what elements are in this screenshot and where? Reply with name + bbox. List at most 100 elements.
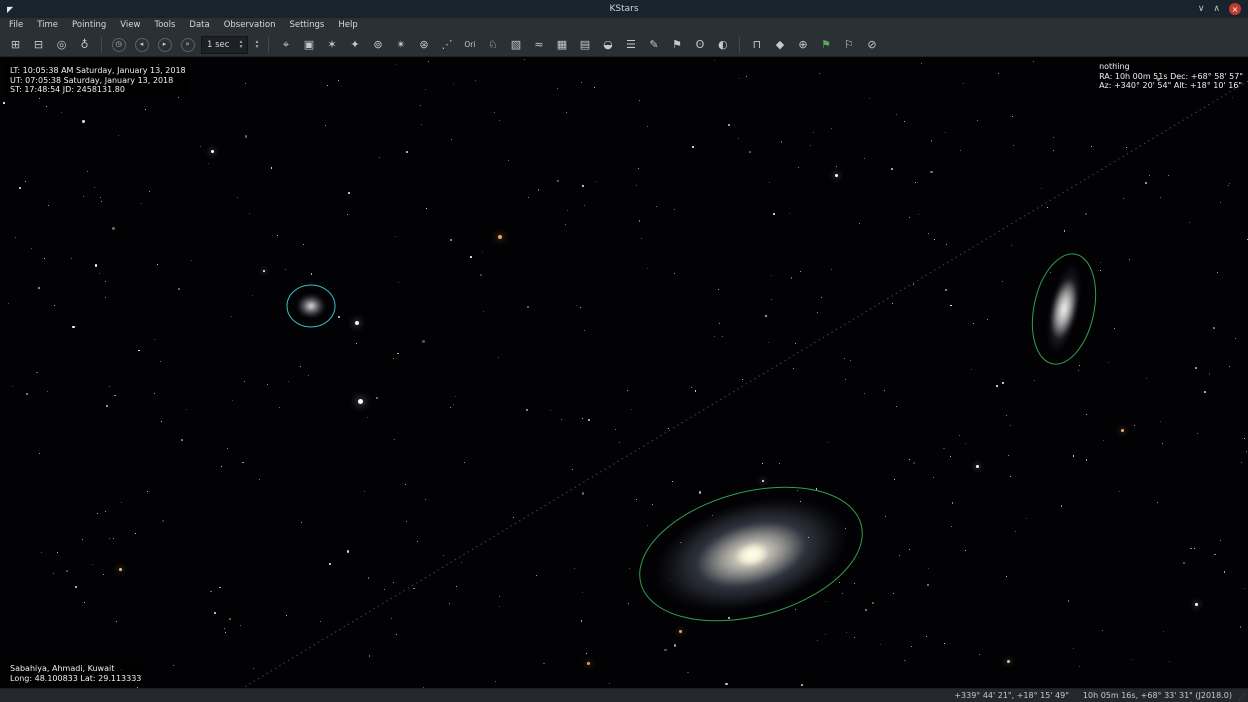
- star: [1235, 338, 1236, 339]
- zoom-in-button[interactable]: ⊞: [4, 35, 27, 55]
- star: [1244, 588, 1245, 589]
- star: [101, 201, 102, 202]
- show-horizon-button[interactable]: ◒: [596, 35, 619, 55]
- time-infobox[interactable]: LT: 10:05:38 AM Saturday, January 13, 20…: [6, 65, 190, 96]
- star: [1204, 391, 1206, 393]
- show-equatorial-grid-button[interactable]: ▦: [550, 35, 573, 55]
- star: [135, 533, 136, 534]
- star: [896, 406, 897, 407]
- menu-observation[interactable]: Observation: [217, 18, 283, 33]
- star: [422, 340, 424, 342]
- observation-planner-button[interactable]: ✎: [642, 35, 665, 55]
- star: [854, 583, 856, 585]
- bright-star: [835, 174, 838, 177]
- show-constellation-lines-button[interactable]: ⋰: [435, 35, 458, 55]
- star: [930, 171, 932, 173]
- center-telescope-button[interactable]: ⊕: [791, 35, 814, 55]
- star: [498, 357, 499, 358]
- set-geographic-location-button[interactable]: ♁: [73, 35, 96, 55]
- show-asteroids-button[interactable]: ⊛: [412, 35, 435, 55]
- focus-infobox[interactable]: nothing RA: 10h 00m 51s Dec: +68° 58' 57…: [1099, 62, 1243, 91]
- star: [718, 289, 720, 291]
- star: [46, 106, 47, 107]
- star: [25, 181, 26, 182]
- star: [95, 264, 97, 266]
- time-unit-spinner[interactable]: ▴▾: [251, 40, 262, 50]
- star: [161, 421, 162, 422]
- time-step-spinner[interactable]: ▴▾: [235, 40, 246, 50]
- zoom-out-button[interactable]: ⊟: [27, 35, 50, 55]
- star: [580, 307, 581, 308]
- start-stop-clock-button[interactable]: ▸: [153, 35, 176, 55]
- time-step-forward-button[interactable]: »: [176, 35, 199, 55]
- find-object-button[interactable]: ◎: [50, 35, 73, 55]
- star: [1232, 97, 1233, 98]
- sky-image-button[interactable]: ▣: [297, 35, 320, 55]
- star: [817, 312, 818, 313]
- time-unit-down-icon[interactable]: ▾: [251, 45, 262, 50]
- show-constellation-art-button[interactable]: ♘: [481, 35, 504, 55]
- menu-view[interactable]: View: [113, 18, 147, 33]
- sky-map[interactable]: LT: 10:05:38 AM Saturday, January 13, 20…: [0, 57, 1248, 688]
- show-horizontal-grid-button[interactable]: ▤: [573, 35, 596, 55]
- show-supernovae-button[interactable]: ✴: [389, 35, 412, 55]
- telescope-lock-button[interactable]: ⊓: [745, 35, 768, 55]
- maximize-button[interactable]: ∧: [1213, 4, 1220, 15]
- park-flag-icon: ⚐: [844, 39, 854, 50]
- star: [105, 297, 106, 298]
- show-stars-button[interactable]: ✶: [320, 35, 343, 55]
- menu-data[interactable]: Data: [182, 18, 216, 33]
- show-constellation-boundaries-button[interactable]: ▧: [504, 35, 527, 55]
- star: [609, 683, 610, 684]
- menu-pointing[interactable]: Pointing: [65, 18, 113, 33]
- time-step-down-icon[interactable]: ▾: [235, 45, 246, 50]
- star: [627, 390, 628, 391]
- star: [894, 479, 895, 480]
- star: [800, 271, 801, 272]
- star: [1073, 648, 1074, 649]
- show-horizontal-grid-icon: ▤: [580, 39, 590, 50]
- star: [1086, 414, 1087, 415]
- night-vision-button[interactable]: ◐: [711, 35, 734, 55]
- menu-settings[interactable]: Settings: [282, 18, 331, 33]
- menu-time[interactable]: Time: [30, 18, 65, 33]
- night-vision-icon: ◐: [718, 39, 728, 50]
- time-step-backward-button[interactable]: ◂: [130, 35, 153, 55]
- star: [219, 587, 221, 589]
- mount-flag-button[interactable]: ⚑: [814, 35, 837, 55]
- star: [1194, 548, 1195, 549]
- minimize-button[interactable]: ∨: [1198, 4, 1205, 15]
- menu-tools[interactable]: Tools: [147, 18, 182, 33]
- fov-symbol-icon: ⌖: [283, 39, 289, 50]
- location-infobox[interactable]: Sabahiya, Ahmadi, Kuwait Long: 48.100833…: [6, 663, 145, 684]
- abort-motion-button[interactable]: ⊘: [860, 35, 883, 55]
- galaxy-small-elliptical[interactable]: [292, 290, 330, 322]
- star: [536, 575, 537, 576]
- observing-list-button[interactable]: ☰: [619, 35, 642, 55]
- fov-symbol-button[interactable]: ⌖: [274, 35, 297, 55]
- eyepiece-view-button[interactable]: ʘ: [688, 35, 711, 55]
- set-time-button[interactable]: ◷: [107, 35, 130, 55]
- show-satellites-button[interactable]: ✦: [343, 35, 366, 55]
- star: [581, 82, 582, 83]
- star: [277, 235, 278, 236]
- park-flag-button[interactable]: ⚐: [837, 35, 860, 55]
- resize-grip[interactable]: ⋰: [1238, 693, 1246, 702]
- star: [652, 504, 653, 505]
- menu-help[interactable]: Help: [331, 18, 364, 33]
- star: [154, 339, 155, 340]
- capture-image-button[interactable]: ◆: [768, 35, 791, 55]
- star: [565, 224, 566, 225]
- show-flags-button[interactable]: ⚑: [665, 35, 688, 55]
- menu-file[interactable]: File: [2, 18, 30, 33]
- titlebar[interactable]: ◤ KStars ∨ ∧ ×: [0, 0, 1248, 18]
- star: [450, 239, 452, 241]
- show-supernovae-icon: ✴: [396, 39, 405, 50]
- star: [54, 305, 55, 306]
- time-step-spinbox[interactable]: 1 sec▴▾: [201, 36, 248, 54]
- show-milky-way-button[interactable]: ≈: [527, 35, 550, 55]
- show-equatorial-grid-icon: ▦: [557, 39, 567, 50]
- show-solar-system-button[interactable]: ⊚: [366, 35, 389, 55]
- show-constellation-names-button[interactable]: Ori: [458, 35, 481, 55]
- close-button[interactable]: ×: [1229, 3, 1241, 15]
